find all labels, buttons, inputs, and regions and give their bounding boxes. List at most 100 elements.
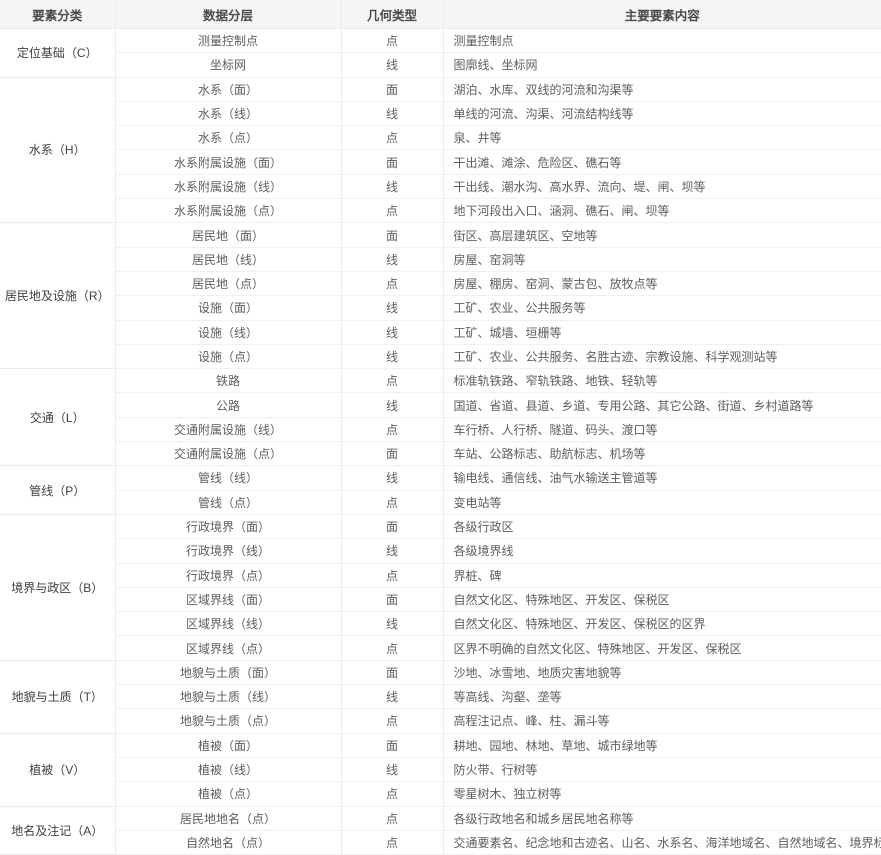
cell-data-layer: 水系附属设施（线） bbox=[115, 174, 342, 200]
table-row: 定位基础（C） 测量控制点点测量控制点 bbox=[0, 28, 881, 78]
cell-geometry-type: 点 bbox=[341, 28, 444, 54]
cell-main-content: 区界不明确的自然文化区、特殊地区、开发区、保税区 bbox=[443, 635, 881, 661]
table-body: 定位基础（C） 测量控制点点测量控制点 坐标网线图廓线、坐标网 水系（H） 水系（面）面… bbox=[0, 28, 881, 855]
cell-main-content: 图廓线、坐标网 bbox=[443, 52, 881, 78]
table-row: 地貌与土质（线）线等高线、沟壑、垄等 bbox=[0, 684, 881, 710]
cell-main-content: 街区、高层建筑区、空地等 bbox=[443, 222, 881, 248]
table-row: 植被（V） 植被（面）面耕地、园地、林地、草地、城市绿地等 bbox=[0, 733, 881, 807]
cell-main-content: 变电站等 bbox=[443, 490, 881, 515]
cell-geometry-type: 线 bbox=[341, 101, 444, 127]
cell-geometry-type: 线 bbox=[341, 465, 444, 491]
cell-data-layer: 交通附属设施（线） bbox=[115, 417, 342, 443]
cell-data-layer: 水系（点） bbox=[115, 125, 342, 151]
cell-main-content: 单线的河流、沟渠、河流结构线等 bbox=[443, 101, 881, 127]
cell-data-layer: 水系（线） bbox=[115, 101, 342, 127]
table-row: 区域界线（线）线自然文化区、特殊地区、开发区、保税区的区界 bbox=[0, 611, 881, 637]
cell-main-content: 湖泊、水库、双线的河流和沟渠等 bbox=[443, 77, 881, 102]
cell-geometry-type: 面 bbox=[341, 660, 444, 686]
cell-geometry-type: 点 bbox=[341, 417, 444, 443]
table-row: 植被（点）点零星树木、独立树等 bbox=[0, 781, 881, 807]
cell-data-layer: 公路 bbox=[115, 392, 342, 418]
cell-data-layer: 行政境界（点） bbox=[115, 563, 342, 588]
cell-data-layer: 铁路 bbox=[115, 368, 342, 394]
cell-geometry-type: 点 bbox=[341, 490, 444, 515]
table-row: 坐标网线图廓线、坐标网 bbox=[0, 52, 881, 78]
table-row: 交通（L） 铁路点标准轨铁路、窄轨铁路、地铁、轻轨等 bbox=[0, 368, 881, 467]
table-row: 公路线国道、省道、县道、乡道、专用公路、其它公路、街道、乡村道路等 bbox=[0, 392, 881, 418]
cell-category: 水系（H） bbox=[0, 77, 116, 224]
column-header-data-layer: 数据分层 bbox=[115, 0, 342, 29]
table-row: 水系（点）点泉、井等 bbox=[0, 125, 881, 151]
cell-main-content: 防火带、行树等 bbox=[443, 757, 881, 783]
cell-data-layer: 行政境界（面） bbox=[115, 514, 342, 540]
cell-data-layer: 地貌与土质（点） bbox=[115, 708, 342, 734]
table-row: 管线（P） 管线（线）线输电线、通信线、油气水输送主管道等 bbox=[0, 465, 881, 515]
cell-data-layer: 区域界线（线） bbox=[115, 611, 342, 637]
cell-category: 地名及注记（A） bbox=[0, 806, 116, 855]
table-row: 水系附属设施（面）面干出滩、滩涂、危险区、礁石等 bbox=[0, 149, 881, 175]
cell-data-layer: 地貌与土质（线） bbox=[115, 684, 342, 710]
cell-main-content: 耕地、园地、林地、草地、城市绿地等 bbox=[443, 733, 881, 758]
cell-main-content: 标准轨铁路、窄轨铁路、地铁、轻轨等 bbox=[443, 368, 881, 394]
table-row: 居民地（点）点房屋、棚房、窑洞、蒙古包、放牧点等 bbox=[0, 271, 881, 297]
cell-main-content: 工矿、城墙、垣栅等 bbox=[443, 320, 881, 345]
cell-category: 地貌与土质（T） bbox=[0, 660, 116, 734]
cell-geometry-type: 线 bbox=[341, 757, 444, 783]
cell-geometry-type: 线 bbox=[341, 684, 444, 710]
cell-main-content: 测量控制点 bbox=[443, 28, 881, 54]
cell-data-layer: 设施（点） bbox=[115, 344, 342, 370]
cell-geometry-type: 点 bbox=[341, 563, 444, 588]
table-row: 地貌与土质（T） 地貌与土质（面）面沙地、冰雪地、地质灾害地貌等 bbox=[0, 660, 881, 734]
cell-data-layer: 水系附属设施（点） bbox=[115, 198, 342, 224]
cell-data-layer: 居民地（面） bbox=[115, 222, 342, 248]
cell-geometry-type: 点 bbox=[341, 708, 444, 734]
cell-data-layer: 设施（线） bbox=[115, 320, 342, 345]
cell-main-content: 沙地、冰雪地、地质灾害地貌等 bbox=[443, 660, 881, 686]
table-row: 行政境界（线）线各级境界线 bbox=[0, 538, 881, 564]
cell-geometry-type: 面 bbox=[341, 733, 444, 758]
cell-geometry-type: 面 bbox=[341, 149, 444, 175]
cell-data-layer: 植被（点） bbox=[115, 781, 342, 807]
cell-geometry-type: 点 bbox=[341, 830, 444, 855]
table-row: 地貌与土质（点）点高程注记点、峰、柱、漏斗等 bbox=[0, 708, 881, 734]
cell-geometry-type: 面 bbox=[341, 222, 444, 248]
cell-geometry-type: 面 bbox=[341, 441, 444, 467]
table-header-row: 要素分类 数据分层 几何类型 主要要素内容 bbox=[0, 0, 881, 29]
table-row: 行政境界（点）点界桩、碑 bbox=[0, 563, 881, 588]
table-row: 设施（点）线工矿、农业、公共服务、名胜古迹、宗教设施、科学观测站等 bbox=[0, 344, 881, 370]
cell-data-layer: 行政境界（线） bbox=[115, 538, 342, 564]
cell-main-content: 零星树木、独立树等 bbox=[443, 781, 881, 807]
cell-geometry-type: 线 bbox=[341, 344, 444, 370]
cell-main-content: 房屋、窑洞等 bbox=[443, 247, 881, 272]
cell-data-layer: 测量控制点 bbox=[115, 28, 342, 54]
cell-geometry-type: 线 bbox=[341, 320, 444, 345]
table-row: 区域界线（面）面自然文化区、特殊地区、开发区、保税区 bbox=[0, 587, 881, 613]
cell-main-content: 干出线、潮水沟、高水界、流向、堤、闸、坝等 bbox=[443, 174, 881, 200]
cell-geometry-type: 面 bbox=[341, 587, 444, 613]
table-row: 植被（线）线防火带、行树等 bbox=[0, 757, 881, 783]
cell-geometry-type: 面 bbox=[341, 77, 444, 102]
cell-data-layer: 自然地名（点） bbox=[115, 830, 342, 855]
cell-main-content: 车站、公路标志、助航标志、机场等 bbox=[443, 441, 881, 467]
cell-category: 居民地及设施（R） bbox=[0, 222, 116, 370]
cell-category: 管线（P） bbox=[0, 465, 116, 515]
cell-geometry-type: 线 bbox=[341, 392, 444, 418]
feature-classification-table: 要素分类 数据分层 几何类型 主要要素内容 定位基础（C） 测量控制点点测量控制点… bbox=[0, 0, 881, 855]
cell-data-layer: 水系（面） bbox=[115, 77, 342, 102]
cell-main-content: 高程注记点、峰、柱、漏斗等 bbox=[443, 708, 881, 734]
cell-geometry-type: 线 bbox=[341, 52, 444, 78]
cell-main-content: 地下河段出入口、涵洞、礁石、闸、坝等 bbox=[443, 198, 881, 224]
cell-main-content: 交通要素名、纪念地和古迹名、山名、水系名、海洋地域名、自然地域名、境界标志名等 bbox=[443, 830, 881, 855]
cell-data-layer: 设施（面） bbox=[115, 295, 342, 321]
table-row: 自然地名（点）点交通要素名、纪念地和古迹名、山名、水系名、海洋地域名、自然地域名… bbox=[0, 830, 881, 855]
cell-data-layer: 植被（面） bbox=[115, 733, 342, 758]
cell-geometry-type: 线 bbox=[341, 174, 444, 200]
table-row: 区域界线（点）点区界不明确的自然文化区、特殊地区、开发区、保税区 bbox=[0, 635, 881, 661]
cell-geometry-type: 面 bbox=[341, 514, 444, 540]
table-header: 要素分类 数据分层 几何类型 主要要素内容 bbox=[0, 0, 881, 29]
cell-data-layer: 地貌与土质（面） bbox=[115, 660, 342, 686]
cell-geometry-type: 线 bbox=[341, 538, 444, 564]
cell-main-content: 各级行政区 bbox=[443, 514, 881, 540]
table-row: 水系（线）线单线的河流、沟渠、河流结构线等 bbox=[0, 101, 881, 127]
column-header-geometry-type: 几何类型 bbox=[341, 0, 444, 29]
